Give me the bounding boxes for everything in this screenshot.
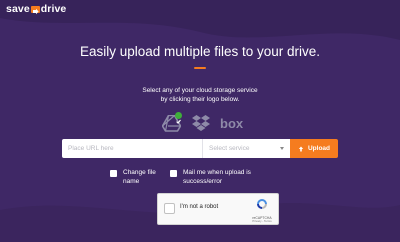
- upload-button[interactable]: Upload: [290, 139, 338, 158]
- service-select-value: Select service: [209, 145, 250, 152]
- service-dropbox[interactable]: [190, 113, 212, 133]
- url-input[interactable]: [62, 139, 202, 158]
- selected-check-icon: [175, 112, 182, 124]
- recaptcha-terms[interactable]: Privacy - Terms: [251, 219, 273, 224]
- option-mail-me[interactable]: Mail me when upload is success/error: [170, 169, 251, 186]
- instructions-line-1: Select any of your cloud storage service: [142, 87, 258, 94]
- box-icon: box: [220, 116, 244, 130]
- service-select[interactable]: Select service: [202, 139, 290, 158]
- recaptcha-widget: I'm not a robot reCAPTCHA Privacy - Term…: [157, 193, 279, 225]
- change-file-name-label-line-1: Change file: [123, 169, 156, 176]
- mail-me-label-line-2: success/error: [183, 177, 223, 185]
- headline-divider: [194, 67, 206, 69]
- service-box[interactable]: box: [220, 113, 244, 133]
- mail-me-label-line-1: Mail me when upload is: [183, 169, 251, 176]
- service-selector: box: [160, 112, 244, 134]
- main-content: Easily upload multiple files to your dri…: [0, 0, 400, 242]
- mail-me-checkbox[interactable]: [170, 170, 177, 177]
- mail-me-label: Mail me when upload is success/error: [183, 169, 251, 186]
- recaptcha-checkbox[interactable]: [164, 203, 175, 214]
- chevron-down-icon: [280, 147, 284, 150]
- recaptcha-icon: [257, 199, 267, 209]
- change-file-name-label: Change file name: [123, 169, 156, 186]
- recaptcha-logo[interactable]: reCAPTCHA Privacy - Terms: [251, 197, 273, 224]
- change-file-name-label-line-2: name: [123, 177, 140, 185]
- dropbox-icon: [192, 115, 210, 131]
- option-change-file-name[interactable]: Change file name: [110, 169, 156, 186]
- box-logo-text: box: [220, 116, 244, 130]
- change-file-name-checkbox[interactable]: [110, 170, 117, 177]
- service-google-drive[interactable]: [160, 112, 182, 133]
- instructions: Select any of your cloud storage service…: [0, 86, 400, 104]
- upload-form: Select service Upload: [62, 139, 338, 158]
- instructions-line-2: by clicking their logo below.: [160, 96, 240, 103]
- page-headline: Easily upload multiple files to your dri…: [79, 44, 321, 59]
- upload-icon: [298, 146, 304, 151]
- upload-button-label: Upload: [307, 145, 331, 152]
- recaptcha-label: I'm not a robot: [180, 204, 219, 210]
